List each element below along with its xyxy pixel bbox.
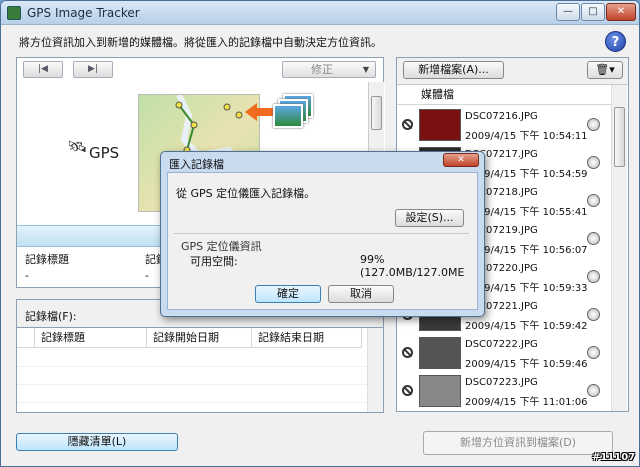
- watermark: #11107: [592, 452, 636, 463]
- trash-icon[interactable]: 🗑▾: [587, 61, 623, 79]
- gps-info-group: GPS 定位儀資訊 可用空間: 99%(127.0MB/127.0ME: [174, 233, 469, 279]
- record-title-value: -: [25, 269, 29, 282]
- file-date: 2009/4/15 下午 10:59:46: [465, 359, 588, 370]
- ok-button[interactable]: 確定: [255, 285, 321, 303]
- records-scrollbar[interactable]: [367, 328, 383, 412]
- free-space-value: 99%(127.0MB/127.0ME: [360, 253, 465, 279]
- help-icon[interactable]: ?: [605, 31, 626, 52]
- row-divider: [17, 366, 367, 367]
- pin-icon[interactable]: [587, 156, 600, 169]
- record-title-label: 記錄標題: [25, 253, 69, 266]
- photo-thumbnail: [419, 375, 461, 407]
- add-media-button[interactable]: 新增檔案(A)...: [403, 61, 504, 79]
- add-location-button[interactable]: 新增方位資訊到檔案(D): [423, 431, 613, 455]
- gps-info-title: GPS 定位儀資訊: [181, 240, 262, 253]
- dialog-close-button[interactable]: ✕: [443, 153, 479, 167]
- column-header-title[interactable]: 記錄標題: [35, 328, 147, 348]
- row-divider: [17, 402, 367, 403]
- photos-icon: [273, 94, 313, 130]
- orange-arrow-icon: [245, 103, 273, 121]
- pin-icon[interactable]: [587, 270, 600, 283]
- maximize-button[interactable]: □: [581, 3, 605, 21]
- satellite-icon: 🛰: [67, 137, 88, 156]
- row-divider: [17, 384, 367, 385]
- no-location-icon: [402, 385, 413, 396]
- hide-list-button[interactable]: 隱藏清單(L): [16, 433, 178, 451]
- records-table[interactable]: 記錄標題 記錄開始日期 記錄結束日期: [16, 327, 384, 413]
- edit-label: 修正: [311, 63, 333, 76]
- instruction-text: 將方位資訊加入到新增的媒體檔。將從匯入的記錄檔中自動決定方位資訊。: [19, 36, 382, 49]
- gps-label: GPS: [89, 144, 120, 162]
- no-location-icon: [402, 347, 413, 358]
- no-location-icon: [402, 119, 413, 130]
- pin-icon[interactable]: [587, 346, 600, 359]
- records-label: 記錄檔(F):: [25, 310, 77, 323]
- column-header-check[interactable]: [17, 328, 35, 348]
- file-name: DSC07223.JPG: [465, 377, 538, 388]
- file-date: 2009/4/15 下午 10:54:11: [465, 131, 588, 142]
- dialog-body: 從 GPS 定位儀匯入記錄檔。 設定(S)... GPS 定位儀資訊 可用空間:…: [167, 172, 478, 310]
- settings-button[interactable]: 設定(S)...: [395, 209, 464, 227]
- import-dialog: 匯入記錄檔 ✕ 從 GPS 定位儀匯入記錄檔。 設定(S)... GPS 定位儀…: [160, 151, 485, 317]
- cancel-button[interactable]: 取消: [328, 285, 394, 303]
- media-scrollbar[interactable]: [611, 85, 627, 411]
- app-icon: [7, 6, 21, 20]
- next-record-button[interactable]: ▶|: [73, 61, 113, 78]
- title-bar[interactable]: GPS Image Tracker — □ ✕: [1, 1, 639, 25]
- pin-icon[interactable]: [587, 384, 600, 397]
- pin-icon[interactable]: [587, 232, 600, 245]
- chevron-down-icon: ▼: [362, 65, 369, 74]
- column-header-start[interactable]: 記錄開始日期: [147, 328, 252, 348]
- photo-thumbnail: [419, 109, 461, 141]
- first-record-button[interactable]: |◀: [23, 61, 63, 78]
- pin-icon[interactable]: [587, 194, 600, 207]
- media-list-header[interactable]: 媒體檔: [397, 85, 611, 105]
- edit-dropdown-button[interactable]: 修正 ▼: [282, 61, 376, 78]
- close-button[interactable]: ✕: [606, 3, 636, 21]
- dialog-message: 從 GPS 定位儀匯入記錄檔。: [176, 187, 316, 200]
- media-list-item[interactable]: DSC07223.JPG 2009/4/15 下午 11:01:06: [397, 372, 611, 410]
- media-list-item[interactable]: DSC07216.JPG 2009/4/15 下午 10:54:11: [397, 106, 611, 144]
- photo-thumbnail: [419, 337, 461, 369]
- record-value: -: [145, 269, 149, 282]
- minimize-button[interactable]: —: [556, 3, 580, 21]
- file-name: DSC07216.JPG: [465, 111, 538, 122]
- file-date: 2009/4/15 下午 11:01:06: [465, 397, 588, 408]
- dialog-title: 匯入記錄檔: [169, 158, 224, 171]
- pin-icon[interactable]: [587, 118, 600, 131]
- pin-icon[interactable]: [587, 308, 600, 321]
- main-window: GPS Image Tracker — □ ✕ 將方位資訊加入到新增的媒體檔。將…: [0, 0, 640, 467]
- media-list-item[interactable]: DSC07222.JPG 2009/4/15 下午 10:59:46: [397, 334, 611, 372]
- free-space-label: 可用空間:: [190, 255, 238, 268]
- file-name: DSC07222.JPG: [465, 339, 538, 350]
- window-title: GPS Image Tracker: [27, 6, 140, 20]
- file-date: 2009/4/15 下午 10:59:42: [465, 321, 588, 332]
- column-header-end[interactable]: 記錄結束日期: [252, 328, 362, 348]
